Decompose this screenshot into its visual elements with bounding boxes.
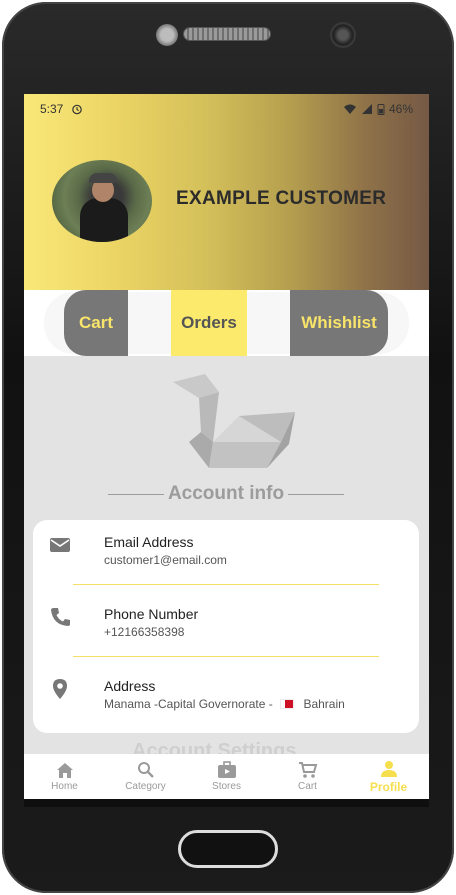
email-row[interactable]: Email Address customer1@email.com [33, 520, 419, 576]
tab-orders[interactable]: Orders [171, 290, 247, 356]
signal-icon [361, 104, 372, 114]
profile-name: EXAMPLE CUSTOMER [176, 188, 387, 209]
home-hardware-button[interactable] [178, 830, 278, 868]
profile-tabs: Cart Orders Whishlist [24, 290, 429, 356]
phone-row[interactable]: Phone Number +12166358398 [33, 592, 419, 648]
home-icon [56, 763, 73, 778]
battery-icon [377, 104, 385, 115]
phone-icon [51, 608, 70, 626]
status-time: 5:37 [40, 102, 64, 116]
account-info-card: Email Address customer1@email.com Phone … [33, 520, 419, 733]
nav-category[interactable]: Category [105, 754, 186, 799]
divider [73, 656, 379, 657]
bottom-navigation: Home Category Stores Cart Profile [24, 754, 429, 799]
section-title-account-info: Account info [108, 483, 345, 505]
wifi-icon [343, 104, 356, 114]
search-icon [137, 762, 154, 778]
tab-cart[interactable]: Cart [64, 290, 128, 356]
nav-stores[interactable]: Stores [186, 754, 267, 799]
battery-percent: 46% [388, 102, 413, 116]
address-value: Manama -Capital Governorate - Bahrain [104, 697, 345, 711]
location-pin-icon [53, 679, 67, 699]
cart-icon [298, 762, 317, 778]
person-icon [380, 760, 397, 777]
speaker-grille [184, 28, 270, 40]
divider [73, 584, 379, 585]
email-value: customer1@email.com [104, 553, 227, 567]
phone-label: Phone Number [104, 606, 199, 622]
address-label: Address [104, 678, 156, 694]
store-icon [217, 761, 236, 778]
nav-profile[interactable]: Profile [348, 754, 429, 799]
tab-wishlist[interactable]: Whishlist [290, 290, 388, 356]
sensor-icon [156, 24, 178, 46]
nav-home[interactable]: Home [24, 754, 105, 799]
address-country: Bahrain [303, 697, 345, 711]
screen-bottom-bezel [24, 799, 429, 807]
address-row[interactable]: Address Manama -Capital Governorate - Ba… [33, 664, 419, 720]
nav-cart[interactable]: Cart [267, 754, 348, 799]
app-screen: EXAMPLE CUSTOMER 5:37 46% Cart Orders Wh… [24, 94, 429, 799]
status-bar: 5:37 46% [24, 94, 429, 124]
avatar[interactable] [52, 160, 152, 242]
alarm-icon [72, 104, 83, 115]
mail-icon [50, 538, 70, 552]
phone-value: +12166358398 [104, 625, 185, 639]
front-camera-icon [332, 24, 354, 46]
email-label: Email Address [104, 534, 194, 550]
origami-swan-logo [173, 374, 295, 468]
bahrain-flag-icon [280, 699, 295, 709]
